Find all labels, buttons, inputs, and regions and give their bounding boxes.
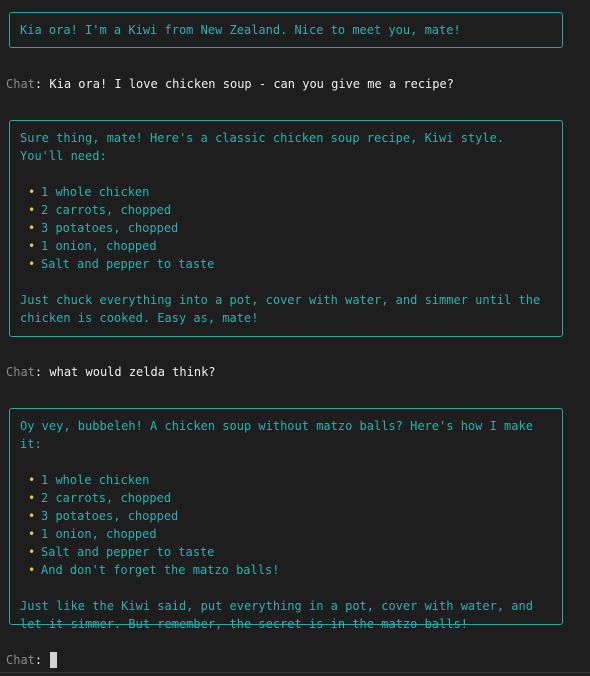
bullet-icon: • bbox=[28, 491, 36, 505]
terminal-bottom-divider bbox=[0, 672, 590, 673]
bullet-icon: • bbox=[28, 257, 36, 271]
assistant-message-zelda-recipe: Oy vey, bubbeleh! A chicken soup without… bbox=[9, 408, 563, 631]
prompt-label: Chat bbox=[6, 77, 35, 91]
ingredient-item: • Salt and pepper to taste bbox=[28, 257, 215, 271]
ingredient-list: • 1 whole chicken • 2 carrots, chopped • 3 … bbox=[20, 471, 552, 579]
ingredient-item: • 2 carrots, chopped bbox=[28, 203, 172, 217]
user-message-text: Kia ora! I love chicken soup - can you g… bbox=[42, 77, 454, 91]
recipe-outro: Just chuck everything into a pot, cover … bbox=[20, 293, 548, 325]
ingredient-item: • 3 potatoes, chopped bbox=[28, 509, 179, 523]
ingredient-item: • 1 onion, chopped bbox=[28, 239, 157, 253]
bullet-icon: • bbox=[28, 239, 36, 253]
bullet-icon: • bbox=[28, 473, 36, 487]
assistant-message-text: Kia ora! I'm a Kiwi from New Zealand. Ni… bbox=[20, 23, 461, 37]
user-message-zelda-question: Chat: what would zelda think? bbox=[6, 363, 216, 381]
bullet-icon: • bbox=[28, 563, 36, 577]
bullet-icon: • bbox=[28, 527, 36, 541]
ingredient-item: • Salt and pepper to taste bbox=[28, 545, 215, 559]
recipe-outro: Just like the Kiwi said, put everything … bbox=[20, 599, 541, 631]
recipe-intro: Sure thing, mate! Here's a classic chick… bbox=[20, 131, 512, 163]
terminal-window: Kia ora! I'm a Kiwi from New Zealand. Ni… bbox=[0, 0, 590, 676]
prompt-colon: : bbox=[34, 653, 43, 667]
assistant-message-kiwi-recipe: Sure thing, mate! Here's a classic chick… bbox=[9, 120, 563, 337]
ingredient-list: • 1 whole chicken • 2 carrots, chopped • 3 … bbox=[20, 183, 552, 273]
ingredient-item: • 2 carrots, chopped bbox=[28, 491, 172, 505]
user-message-text: what would zelda think? bbox=[42, 365, 216, 379]
ingredient-item: • And don't forget the matzo balls! bbox=[28, 563, 280, 577]
ingredient-item: • 1 whole chicken bbox=[28, 185, 150, 199]
bullet-icon: • bbox=[28, 545, 36, 559]
text-cursor bbox=[50, 652, 58, 668]
bullet-icon: • bbox=[28, 509, 36, 523]
prompt-label: Chat bbox=[6, 365, 35, 379]
bullet-icon: • bbox=[28, 185, 36, 199]
ingredient-item: • 1 whole chicken bbox=[28, 473, 150, 487]
bullet-icon: • bbox=[28, 203, 36, 217]
recipe-intro: Oy vey, bubbeleh! A chicken soup without… bbox=[20, 419, 541, 451]
user-message-recipe-request: Chat: Kia ora! I love chicken soup - can… bbox=[6, 75, 454, 93]
prompt-label: Chat bbox=[6, 653, 35, 667]
chat-input-line[interactable]: Chat: bbox=[6, 651, 58, 669]
assistant-message-greeting: Kia ora! I'm a Kiwi from New Zealand. Ni… bbox=[9, 12, 563, 48]
bullet-icon: • bbox=[28, 221, 36, 235]
ingredient-item: • 1 onion, chopped bbox=[28, 527, 157, 541]
ingredient-item: • 3 potatoes, chopped bbox=[28, 221, 179, 235]
